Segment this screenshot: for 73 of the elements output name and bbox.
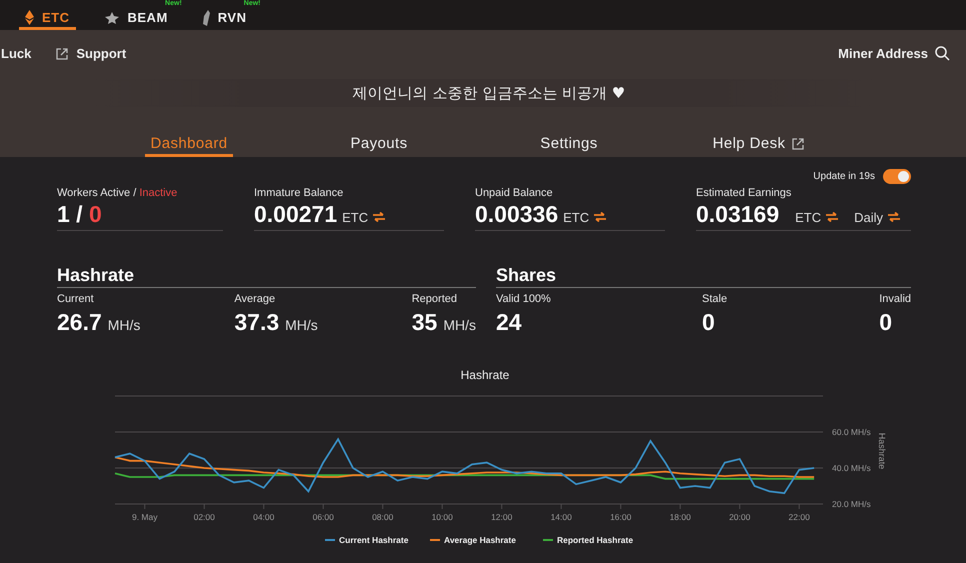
metric-value: 0 xyxy=(702,309,715,336)
nav-link[interactable]: Luck xyxy=(1,46,32,61)
currency-unit: ETC xyxy=(342,210,368,225)
metric-label: Current xyxy=(57,293,95,305)
y-axis-label: 40.0 MH/s xyxy=(832,463,871,473)
stat-value: 0.00271 xyxy=(254,201,338,228)
x-axis-label: 10:00 xyxy=(432,512,453,522)
metric-label: Invalid xyxy=(879,293,911,305)
y-axis-label: 20.0 MH/s xyxy=(832,499,871,509)
period-label: Daily xyxy=(854,210,884,225)
stat-label: Unpaid Balance xyxy=(475,187,554,199)
x-axis-label: 02:00 xyxy=(194,512,215,522)
nav-tab[interactable]: Dashboard xyxy=(144,132,234,157)
metric-unit: MH/s xyxy=(108,317,140,333)
x-axis-label: 22:00 xyxy=(788,512,810,522)
legend-label: Reported Hashrate xyxy=(557,535,634,545)
coin-tab[interactable]: RVN xyxy=(196,8,252,30)
stat-label: Workers Active / Inactive xyxy=(57,187,178,199)
metric-label: Valid 100% xyxy=(496,293,552,305)
nav-tab[interactable]: Settings xyxy=(534,132,604,157)
swap-arrows-icon[interactable] xyxy=(594,212,606,222)
legend-label: Current Hashrate xyxy=(339,535,409,545)
metric-value: 24 xyxy=(496,309,522,336)
metric-value: 37.3 xyxy=(234,309,280,336)
stat-label: Estimated Earnings xyxy=(696,187,792,199)
x-axis-label: 14:00 xyxy=(550,512,572,522)
x-axis-label: 18:00 xyxy=(670,512,691,522)
diamond-icon xyxy=(25,10,34,25)
nav-tab[interactable]: Payouts xyxy=(344,132,414,157)
currency-unit: ETC xyxy=(795,210,822,225)
metric-value: 26.7 xyxy=(57,309,102,336)
external-link-icon xyxy=(55,46,70,60)
legend-label: Average Hashrate xyxy=(444,535,516,545)
stat-value: 0.03169 xyxy=(696,201,780,228)
star-icon xyxy=(104,12,120,24)
metric-label: Average xyxy=(234,293,276,305)
x-axis-label: 16:00 xyxy=(610,512,632,522)
stat-value: 1 / 0 xyxy=(57,201,102,228)
banner-text: 제이언니의 소중한 입금주소는 비공개 ♥ xyxy=(352,84,626,102)
currency-unit: ETC xyxy=(563,210,590,225)
section-title: Shares xyxy=(496,265,911,288)
x-axis-label: 04:00 xyxy=(253,512,274,522)
swap-arrows-icon[interactable] xyxy=(826,212,838,222)
search-icon[interactable] xyxy=(935,46,950,61)
swap-arrows-icon[interactable] xyxy=(888,212,900,222)
coin-tab[interactable]: BEAM xyxy=(98,8,174,30)
x-axis-label: 08:00 xyxy=(372,512,394,522)
y-axis-label: 60.0 MH/s xyxy=(832,427,871,437)
legend-item[interactable]: Reported Hashrate xyxy=(543,535,634,545)
section-title: Hashrate xyxy=(57,265,476,288)
external-link-icon xyxy=(791,136,806,150)
x-axis-label: 20:00 xyxy=(729,512,750,522)
metric-value: 35 xyxy=(412,309,438,336)
nav-tab[interactable]: Help Desk xyxy=(706,132,812,157)
y-axis-title: Hashrate xyxy=(877,432,887,470)
metric-unit: MH/s xyxy=(443,317,476,333)
chart-title: Hashrate xyxy=(460,368,510,382)
x-axis-label: 9. May xyxy=(132,512,158,522)
nav-link[interactable]: Support xyxy=(55,46,126,61)
stat-label: Immature Balance xyxy=(254,187,344,199)
legend-item[interactable]: Average Hashrate xyxy=(430,535,516,545)
auto-update-toggle[interactable] xyxy=(883,168,911,184)
metric-label: Stale xyxy=(702,293,728,305)
swap-arrows-icon[interactable] xyxy=(373,212,386,222)
stat-value: 0.00336 xyxy=(475,201,558,228)
metric-label: Reported xyxy=(412,293,458,305)
metric-value: 0 xyxy=(879,309,892,336)
miner-address-label[interactable]: Miner Address xyxy=(838,46,928,61)
update-label: Update in 19s xyxy=(813,170,875,182)
x-axis-label: 12:00 xyxy=(491,512,512,522)
x-axis-label: 06:00 xyxy=(312,512,334,522)
legend-item[interactable]: Current Hashrate xyxy=(325,535,408,545)
metric-unit: MH/s xyxy=(285,317,318,333)
